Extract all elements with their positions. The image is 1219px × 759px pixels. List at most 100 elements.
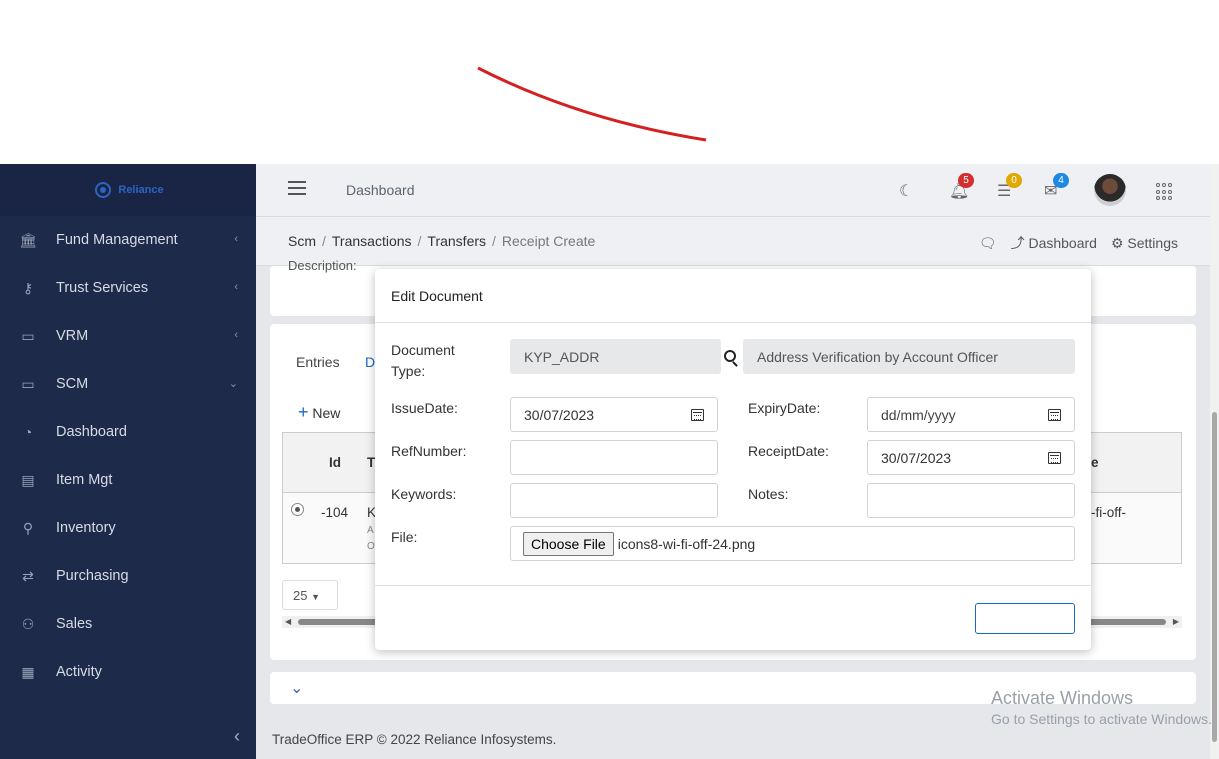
row-type-sub1: A	[367, 525, 374, 536]
tab-entries[interactable]: Entries	[296, 354, 340, 370]
document-type-label: Document Type:	[391, 342, 455, 379]
double-chevron-down-icon[interactable]: ⌄	[290, 678, 303, 698]
choose-file-button[interactable]: Choose File	[523, 531, 614, 556]
breadcrumb-scm[interactable]: Scm	[288, 233, 316, 249]
sidebar-item-trust-services[interactable]: ⚷ Trust Services ‹	[0, 264, 256, 312]
sidebar-item-label: SCM	[56, 376, 89, 392]
settings-link[interactable]: ⚙ Settings	[1111, 235, 1178, 252]
column-header-id[interactable]: Id	[329, 455, 341, 470]
ref-number-label: RefNumber:	[391, 443, 467, 459]
vertical-scrollbar[interactable]	[1210, 164, 1219, 759]
breadcrumb-transfers[interactable]: Transfers	[427, 233, 486, 249]
app-logo[interactable]: Reliance	[92, 181, 164, 199]
tab-documents[interactable]: D	[365, 354, 375, 370]
sidebar-item-item-mgt[interactable]: ▤ Item Mgt	[0, 456, 256, 504]
mail-badge: 4	[1053, 173, 1069, 188]
bell-icon[interactable]: 🔔︎ 5	[949, 173, 974, 201]
sidebar-item-label: Dashboard	[56, 424, 127, 440]
keywords-label: Keywords:	[391, 486, 457, 502]
gauge-icon: ◔	[23, 424, 33, 440]
notes-field[interactable]	[867, 483, 1075, 518]
scm-icon: ▭	[21, 375, 35, 392]
save-button[interactable]	[975, 603, 1075, 634]
inventory-icon: ⚲	[22, 519, 34, 536]
file-input[interactable]: Choose File icons8-wi-fi-off-24.png	[510, 526, 1075, 561]
collapse-sidebar-icon[interactable]: ‹	[234, 726, 240, 747]
people-icon: ⚇	[21, 615, 35, 632]
caret-down-icon: ▼	[311, 592, 321, 602]
breadcrumb-current: Receipt Create	[501, 233, 596, 249]
modal-footer	[375, 585, 1091, 650]
sidebar-item-label: VRM	[56, 328, 89, 344]
scroll-left-icon[interactable]: ◀	[285, 617, 291, 626]
sidebar: Reliance 🏛︎ Fund Management ‹ ⚷ Trust Servic…	[0, 164, 256, 759]
avatar[interactable]	[1094, 174, 1126, 206]
archive-icon: ▤	[21, 471, 35, 488]
sidebar-item-scm[interactable]: ▭ SCM ⌄	[0, 360, 256, 408]
red-annotation-stroke	[477, 66, 707, 142]
hamburger-menu-icon[interactable]	[288, 181, 306, 195]
sidebar-menu: 🏛︎ Fund Management ‹ ⚷ Trust Services ‹ ▭ VRM ‹ ▭…	[0, 216, 256, 696]
document-type-name-field: Address Verification by Account Officer	[743, 339, 1075, 374]
mail-icon[interactable]: ✉ 4	[1044, 173, 1069, 201]
sidebar-item-label: Fund Management	[56, 232, 178, 248]
keywords-field[interactable]	[510, 483, 718, 518]
receipt-date-label: ReceiptDate:	[748, 443, 829, 459]
vrm-icon: ▭	[21, 327, 35, 344]
gear-icon: ⚙	[1110, 234, 1124, 251]
bank-icon: 🏛︎	[19, 231, 37, 248]
chevron-icon: ‹	[234, 281, 238, 293]
calendar-icon[interactable]	[1048, 451, 1061, 464]
windows-activation-watermark: Activate Windows Go to Settings to activ…	[991, 688, 1212, 727]
document-type-code-field: KYP_ADDR	[510, 339, 721, 374]
calendar-icon[interactable]	[691, 408, 704, 421]
header-title[interactable]: Dashboard	[346, 182, 415, 198]
issue-date-field[interactable]: 30/07/2023	[510, 397, 718, 432]
column-header-e[interactable]: e	[1091, 455, 1099, 470]
top-bar: Dashboard ☾ 🔔︎ 5 ☰ 0 ✉ 4	[256, 164, 1210, 217]
tasks-icon[interactable]: ☰ 0	[997, 173, 1022, 201]
calendar-icon[interactable]	[1048, 408, 1061, 421]
chevron-icon: ⌄	[228, 378, 238, 390]
breadcrumb-bar: Scm / Transactions / Transfers / Receipt Creat…	[256, 217, 1210, 266]
watermark-line1: Activate Windows	[991, 688, 1134, 708]
moon-icon[interactable]: ☾	[899, 181, 913, 201]
new-button[interactable]: + New	[298, 402, 340, 423]
chevron-icon: ‹	[234, 233, 238, 245]
sidebar-item-label: Activity	[56, 664, 102, 680]
sidebar-item-fund-management[interactable]: 🏛︎ Fund Management ‹	[0, 216, 256, 264]
comment-icon[interactable]: 🗨︎	[979, 235, 997, 252]
apps-grid-icon[interactable]	[1156, 183, 1174, 201]
page-size-select[interactable]: 25 ▼	[282, 580, 338, 610]
sidebar-item-label: Trust Services	[56, 280, 149, 296]
expiry-date-label: ExpiryDate:	[748, 400, 821, 416]
tasks-badge: 0	[1006, 173, 1022, 188]
notes-label: Notes:	[748, 486, 789, 502]
issue-date-label: IssueDate:	[391, 400, 458, 416]
sidebar-item-label: Item Mgt	[56, 472, 113, 488]
sidebar-item-purchasing[interactable]: ⇄ Purchasing	[0, 552, 256, 600]
sidebar-item-inventory[interactable]: ⚲ Inventory	[0, 504, 256, 552]
chart-line-icon: ⤴	[1010, 235, 1025, 251]
sidebar-item-dashboard[interactable]: ◔ Dashboard	[0, 408, 256, 456]
ref-number-field[interactable]	[510, 440, 718, 475]
expiry-date-field[interactable]: dd/mm/yyyy	[867, 397, 1075, 432]
key-icon: ⚷	[22, 279, 34, 296]
receipt-date-field[interactable]: 30/07/2023	[867, 440, 1075, 475]
column-header-t[interactable]: T	[367, 455, 375, 470]
sidebar-item-label: Inventory	[56, 520, 116, 536]
sidebar-item-activity[interactable]: ▦ Activity	[0, 648, 256, 696]
sidebar-item-label: Purchasing	[56, 568, 129, 584]
vertical-scroll-thumb[interactable]	[1212, 412, 1217, 742]
search-icon[interactable]	[724, 350, 736, 362]
file-label: File:	[391, 529, 418, 545]
plus-icon: +	[298, 402, 309, 422]
row-radio[interactable]	[291, 503, 304, 516]
breadcrumb-transactions[interactable]: Transactions	[332, 233, 412, 249]
watermark-line2: Go to Settings to activate Windows.	[991, 711, 1212, 727]
description-label: Description:	[288, 258, 357, 273]
dashboard-link[interactable]: ⤴ Dashboard	[1011, 233, 1097, 253]
scroll-right-icon[interactable]: ▶	[1173, 617, 1179, 626]
sidebar-item-sales[interactable]: ⚇ Sales	[0, 600, 256, 648]
sidebar-item-vrm[interactable]: ▭ VRM ‹	[0, 312, 256, 360]
